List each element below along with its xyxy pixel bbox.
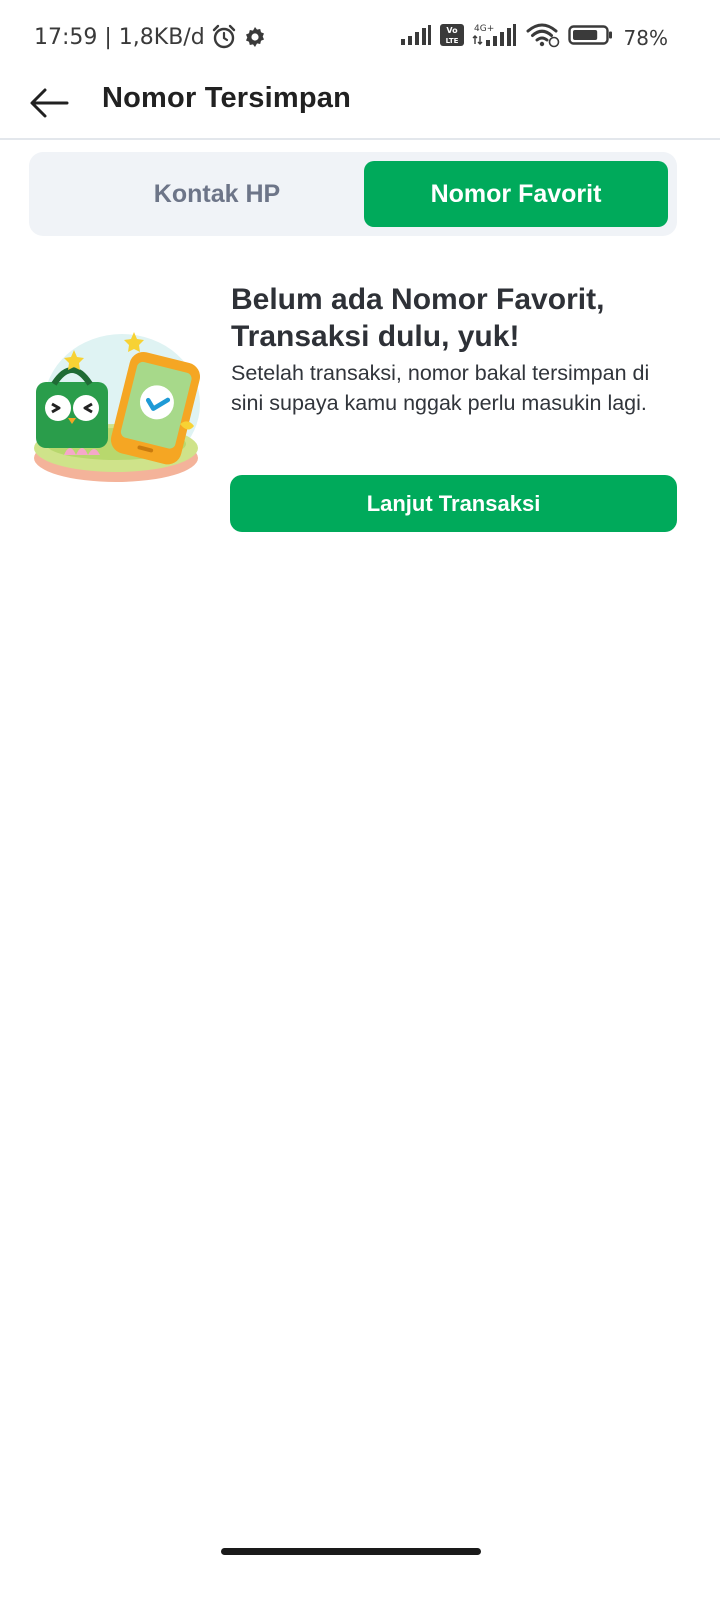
home-indicator[interactable] — [221, 1548, 481, 1555]
status-right: Vo LTE 4G+ 78% — [400, 22, 668, 53]
empty-state-title: Belum ada Nomor Favorit, Transaksi dulu,… — [231, 283, 605, 353]
app-header: Nomor Tersimpan — [0, 68, 720, 140]
volte-icon: Vo LTE — [439, 24, 464, 51]
empty-state-illustration — [30, 320, 202, 492]
status-left: 17:59 | 1,8KB/d — [34, 24, 267, 50]
wifi-icon — [526, 22, 560, 53]
segmented-tabs: Kontak HP Nomor Favorit — [29, 152, 677, 236]
tab-kontak-hp[interactable]: Kontak HP — [65, 161, 369, 227]
lanjut-transaksi-button[interactable]: Lanjut Transaksi — [230, 475, 677, 532]
page-title: Nomor Tersimpan — [102, 82, 352, 114]
back-button[interactable] — [26, 80, 72, 126]
signal-icon — [400, 24, 432, 51]
alarm-icon — [211, 24, 237, 50]
battery-percent: 78% — [623, 25, 668, 50]
arrow-left-icon — [30, 88, 69, 118]
gear-icon — [243, 25, 267, 49]
svg-text:4G+: 4G+ — [474, 24, 494, 34]
svg-text:LTE: LTE — [445, 37, 458, 45]
network-4g-icon: 4G+ — [472, 22, 518, 53]
tab-nomor-favorit[interactable]: Nomor Favorit — [364, 161, 668, 227]
svg-text:Vo: Vo — [446, 26, 458, 35]
status-bar: 17:59 | 1,8KB/d Vo LTE 4G+ 78% — [0, 0, 720, 76]
status-time: 17:59 | 1,8KB/d — [34, 24, 205, 50]
battery-icon — [567, 24, 614, 51]
empty-state-description: Setelah transaksi, nomor bakal tersimpan… — [231, 361, 650, 415]
